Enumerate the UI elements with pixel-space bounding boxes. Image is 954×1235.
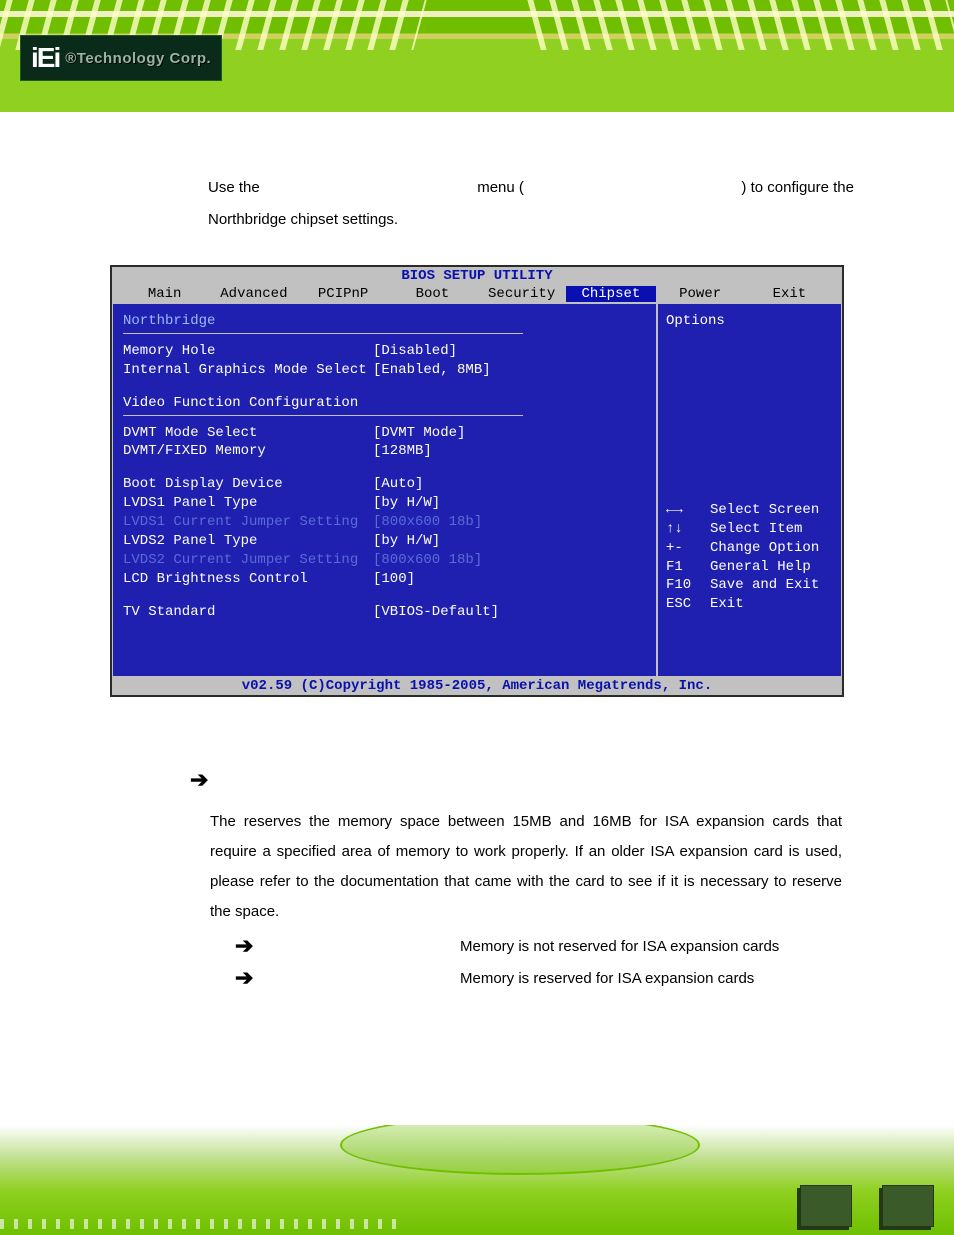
bios-key: ESC [666,595,710,614]
bios-left-pane: Northbridge Memory Hole[Disabled] Intern… [112,303,657,677]
bios-label: LVDS1 Panel Type [123,494,373,513]
bios-label: LVDS2 Current Jumper Setting [123,551,373,570]
bios-menubar: Main Advanced PCIPnP Boot Security Chips… [112,285,842,303]
intro-text: Use the [208,172,260,204]
bios-key-desc: Exit [710,595,744,614]
bios-tab-power[interactable]: Power [656,286,745,302]
bios-value: [DVMT Mode] [373,424,465,443]
bios-tab-boot[interactable]: Boot [388,286,477,302]
option-row: ➔ Memory is reserved for ISA expansion c… [235,965,864,991]
top-banner: iEi ®Technology Corp. [0,0,954,112]
decorative-curve [340,1125,700,1175]
bios-key-desc: General Help [710,558,811,577]
bios-row[interactable]: DVMT/FIXED Memory[128MB] [123,442,646,461]
bios-row[interactable]: TV Standard[VBIOS-Default] [123,603,646,622]
option-row: ➔ Memory is not reserved for ISA expansi… [235,933,864,959]
bios-key-desc: Save and Exit [710,576,819,595]
intro-paragraph: Use the menu ( ) to configure the Northb… [208,172,854,235]
bios-value: [128MB] [373,442,432,461]
page-body: Use the menu ( ) to configure the Northb… [0,112,954,991]
bios-row[interactable]: Boot Display Device[Auto] [123,475,646,494]
option-text: Memory is reserved for ISA expansion car… [460,970,754,987]
bios-row: LVDS1 Current Jumper Setting[800x600 18b… [123,513,646,532]
option-text: Memory is not reserved for ISA expansion… [460,938,779,955]
bios-value: [Disabled] [373,342,457,361]
logo-block: iEi ®Technology Corp. [20,35,222,81]
bios-right-pane: Options ←→Select Screen ↑↓Select Item +-… [657,303,842,677]
bios-value: [800x600 18b] [373,513,482,532]
bios-key-legend: ←→Select Screen ↑↓Select Item +-Change O… [666,501,833,614]
bios-tab-pcipnp[interactable]: PCIPnP [299,286,388,302]
bios-tab-security[interactable]: Security [477,286,566,302]
arrow-right-icon: ➔ [190,767,864,793]
arrow-right-icon: ➔ [235,933,265,959]
bios-tab-exit[interactable]: Exit [745,286,834,302]
bios-key: F1 [666,558,710,577]
bios-key: +- [666,539,710,558]
bios-label: DVMT/FIXED Memory [123,442,373,461]
bios-options-title: Options [666,312,833,331]
bios-label: Boot Display Device [123,475,373,494]
bios-label: DVMT Mode Select [123,424,373,443]
bios-key-desc: Select Screen [710,501,819,520]
bios-row[interactable]: DVMT Mode Select[DVMT Mode] [123,424,646,443]
bios-value: [100] [373,570,415,589]
bios-row[interactable]: Memory Hole[Disabled] [123,342,646,361]
bios-value: [Auto] [373,475,423,494]
bios-key: F10 [666,576,710,595]
section-text: reserves the memory space between 15MB a… [210,813,842,920]
intro-text: Northbridge chipset settings. [208,204,854,236]
bios-tab-chipset[interactable]: Chipset [566,286,655,302]
bios-row: LVDS2 Current Jumper Setting[800x600 18b… [123,551,646,570]
section-body: The reserves the memory space between 15… [210,807,842,927]
bios-label: LVDS2 Panel Type [123,532,373,551]
bios-tab-advanced[interactable]: Advanced [209,286,298,302]
bios-row[interactable]: LCD Brightness Control[100] [123,570,646,589]
bios-key: ↑↓ [666,520,710,539]
bios-row[interactable]: LVDS2 Panel Type[by H/W] [123,532,646,551]
arrow-right-icon: ➔ [235,965,265,991]
bottom-banner [0,1125,954,1235]
logo-mark: iEi [31,42,59,74]
bios-setup-figure: BIOS SETUP UTILITY Main Advanced PCIPnP … [110,265,844,697]
logo-sub: ®Technology Corp. [65,50,211,67]
bios-row[interactable]: LVDS1 Panel Type[by H/W] [123,494,646,513]
chip-icon [882,1185,934,1227]
intro-text: menu ( [477,172,524,204]
bios-footer: v02.59 (C)Copyright 1985-2005, American … [112,677,842,695]
chip-icon [800,1185,852,1227]
bios-label: LVDS1 Current Jumper Setting [123,513,373,532]
bios-label: Internal Graphics Mode Select [123,361,373,380]
bios-label: LCD Brightness Control [123,570,373,589]
bios-subheading: Video Function Configuration [123,394,646,413]
section-text: The [210,813,236,830]
bios-key-desc: Select Item [710,520,802,539]
bios-value: [Enabled, 8MB] [373,361,491,380]
bios-value: [VBIOS-Default] [373,603,499,622]
bios-value: [by H/W] [373,532,440,551]
bios-tab-main[interactable]: Main [120,286,209,302]
bios-row[interactable]: Internal Graphics Mode Select[Enabled, 8… [123,361,646,380]
bios-title: BIOS SETUP UTILITY [112,267,842,285]
bios-label: TV Standard [123,603,373,622]
bios-heading: Northbridge [123,312,646,331]
bios-value: [800x600 18b] [373,551,482,570]
intro-text: ) to configure the [741,172,854,204]
decorative-chips [800,1185,934,1227]
bios-key-desc: Change Option [710,539,819,558]
bios-value: [by H/W] [373,494,440,513]
bios-key: ←→ [666,501,710,520]
bios-label: Memory Hole [123,342,373,361]
